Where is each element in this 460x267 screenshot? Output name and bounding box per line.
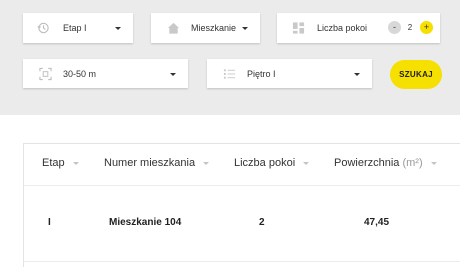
cell-pokoje: 2	[259, 217, 265, 228]
column-header-powierzchnia[interactable]: Powierzchnia (m²)	[334, 157, 437, 169]
table-row[interactable]: I Mieszkanie 104 2 47,45	[24, 185, 460, 262]
area-frame-icon	[39, 67, 52, 80]
chevron-down-icon	[115, 27, 121, 30]
rooms-increment-button[interactable]: +	[420, 21, 433, 34]
property-type-label: Mieszkanie	[191, 23, 237, 33]
sort-icon	[303, 161, 310, 165]
floor-select-label: Piętro I	[247, 68, 276, 79]
grid-icon	[292, 22, 305, 34]
etap-select[interactable]: Etap I	[23, 13, 133, 43]
rooms-filter-label: Liczba pokoi	[317, 23, 368, 33]
rooms-decrement-button[interactable]: -	[388, 21, 401, 34]
floor-select[interactable]: Piętro I	[207, 59, 372, 88]
column-header-pokoje[interactable]: Liczba pokoi	[234, 157, 310, 169]
sort-icon	[72, 161, 79, 165]
column-header-etap[interactable]: Etap	[42, 157, 79, 169]
cell-powierzchnia: 47,45	[364, 217, 390, 228]
area-select[interactable]: 30-50 m	[23, 59, 188, 88]
apartments-table: Etap Numer mieszkania Liczba pokoi Powie…	[23, 143, 460, 267]
sort-icon	[203, 161, 210, 165]
etap-select-label: Etap I	[63, 23, 87, 33]
list-icon	[223, 68, 236, 79]
table-header: Etap Numer mieszkania Liczba pokoi Powie…	[24, 144, 460, 186]
sort-icon	[430, 161, 437, 165]
rooms-count-value: 2	[407, 23, 413, 32]
cell-numer: Mieszkanie 104	[109, 217, 182, 228]
cell-etap: I	[48, 217, 51, 228]
chevron-down-icon	[354, 72, 360, 76]
house-icon	[167, 22, 180, 34]
search-button[interactable]: SZUKAJ	[390, 60, 442, 89]
chevron-down-icon	[170, 72, 176, 76]
property-type-select[interactable]: Mieszkanie	[151, 13, 260, 43]
rooms-filter: Liczba pokoi - 2 +	[277, 13, 440, 43]
area-select-label: 30-50 m	[63, 68, 97, 79]
chevron-down-icon	[242, 27, 248, 30]
history-icon	[37, 22, 49, 34]
column-header-numer[interactable]: Numer mieszkania	[104, 157, 210, 169]
filter-panel: Etap I Mieszkanie Liczba pokoi - 2 + 30-…	[0, 0, 460, 115]
